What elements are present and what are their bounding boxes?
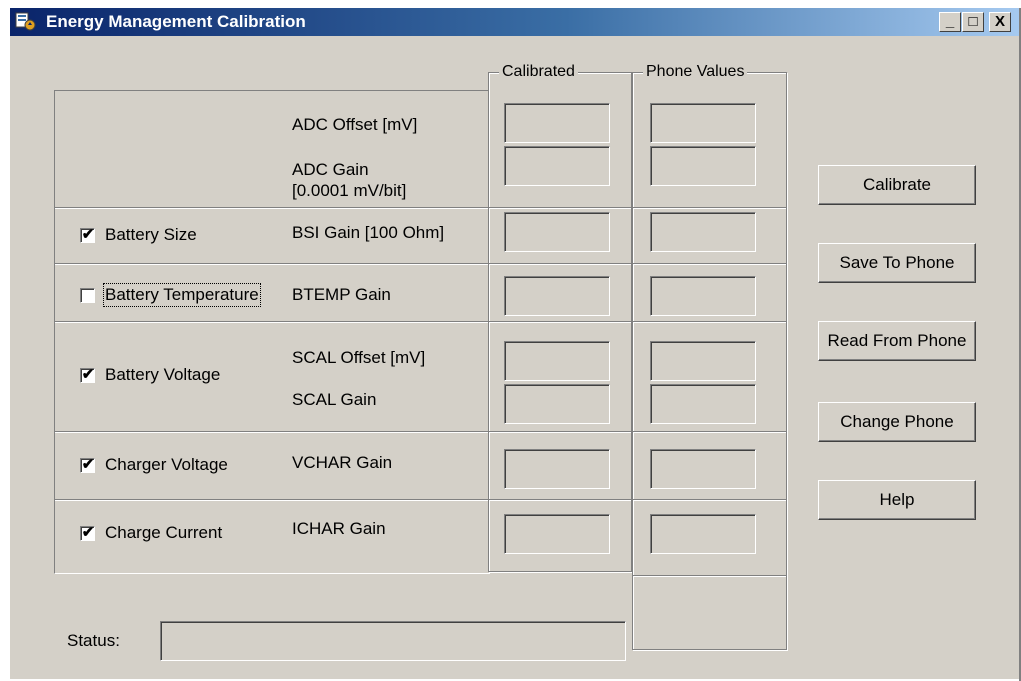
battery-voltage-checkbox[interactable]: ✔ Battery Voltage xyxy=(80,365,220,385)
maximize-icon: □ xyxy=(968,13,978,30)
check-icon: ✔ xyxy=(81,365,95,383)
row-divider xyxy=(489,431,631,433)
scal-gain-label: SCAL Gain xyxy=(292,390,377,409)
minimize-icon: _ xyxy=(945,13,955,30)
row-divider xyxy=(55,499,489,501)
check-icon: ✔ xyxy=(81,225,95,243)
checkbox-box[interactable]: ✔ xyxy=(80,365,95,383)
battery-temperature-checkbox[interactable]: Battery Temperature xyxy=(80,283,261,307)
phone-vchar-gain-field[interactable] xyxy=(650,449,756,489)
status-label: Status: xyxy=(67,631,120,650)
checkbox-box[interactable] xyxy=(80,287,95,303)
row-divider xyxy=(633,263,786,265)
ichar-gain-label: ICHAR Gain xyxy=(292,519,386,538)
phone-scal-offset-field[interactable] xyxy=(650,341,756,381)
app-icon xyxy=(15,12,36,31)
row-divider xyxy=(489,321,631,323)
calibrated-adc-offset-field[interactable] xyxy=(504,103,610,143)
charger-voltage-checkbox[interactable]: ✔ Charger Voltage xyxy=(80,455,228,475)
phone-ichar-gain-field[interactable] xyxy=(650,514,756,554)
minimize-button[interactable]: _ xyxy=(939,12,961,32)
checkbox-box[interactable]: ✔ xyxy=(80,225,95,243)
save-to-phone-button[interactable]: Save To Phone xyxy=(818,243,976,283)
phone-scal-gain-field[interactable] xyxy=(650,384,756,424)
battery-voltage-label: Battery Voltage xyxy=(105,365,221,384)
scal-offset-label: SCAL Offset [mV] xyxy=(292,348,426,367)
phone-adc-offset-field[interactable] xyxy=(650,103,756,143)
charge-current-label: Charge Current xyxy=(105,523,223,542)
row-divider xyxy=(55,263,489,265)
row-divider xyxy=(633,321,786,323)
calibrated-vchar-gain-field[interactable] xyxy=(504,449,610,489)
battery-size-checkbox[interactable]: ✔ Battery Size xyxy=(80,225,197,245)
help-button[interactable]: Help xyxy=(818,480,976,520)
status-field xyxy=(160,621,626,661)
close-icon: X xyxy=(994,13,1005,30)
row-divider xyxy=(489,263,631,265)
calibration-window: Energy Management Calibration _ □ X Cali… xyxy=(8,6,1021,681)
vchar-gain-label: VCHAR Gain xyxy=(292,453,393,472)
phone-bsi-gain-field[interactable] xyxy=(650,212,756,252)
adc-offset-label: ADC Offset [mV] xyxy=(292,115,418,134)
row-divider xyxy=(489,499,631,501)
row-divider xyxy=(55,321,489,323)
checkbox-box[interactable]: ✔ xyxy=(80,455,95,473)
btemp-gain-label: BTEMP Gain xyxy=(292,285,391,304)
calibrate-button[interactable]: Calibrate xyxy=(818,165,976,205)
title-bar[interactable]: Energy Management Calibration _ □ X xyxy=(10,8,1021,36)
phone-btemp-gain-field[interactable] xyxy=(650,276,756,316)
calibrated-scal-gain-field[interactable] xyxy=(504,384,610,424)
change-phone-button[interactable]: Change Phone xyxy=(818,402,976,442)
row-divider xyxy=(633,499,786,501)
parameter-grid xyxy=(54,90,490,574)
read-from-phone-button[interactable]: Read From Phone xyxy=(818,321,976,361)
battery-temperature-label: Battery Temperature xyxy=(103,283,261,307)
calibrated-scal-offset-field[interactable] xyxy=(504,341,610,381)
checkbox-box[interactable]: ✔ xyxy=(80,523,95,541)
calibrated-header: Calibrated xyxy=(499,63,578,81)
check-icon: ✔ xyxy=(81,455,95,473)
window-title: Energy Management Calibration xyxy=(46,12,306,31)
row-divider xyxy=(55,431,489,433)
calibrated-adc-gain-field[interactable] xyxy=(504,146,610,186)
phone-adc-gain-field[interactable] xyxy=(650,146,756,186)
calibrated-ichar-gain-field[interactable] xyxy=(504,514,610,554)
maximize-button[interactable]: □ xyxy=(962,12,984,32)
close-button[interactable]: X xyxy=(989,12,1011,32)
adc-gain-label: ADC Gain xyxy=(292,160,369,179)
phone-values-header: Phone Values xyxy=(643,63,748,81)
calibrated-bsi-gain-field[interactable] xyxy=(504,212,610,252)
adc-gain-unit-label: [0.0001 mV/bit] xyxy=(292,181,407,200)
row-divider xyxy=(633,575,786,577)
check-icon: ✔ xyxy=(81,523,95,541)
row-divider xyxy=(633,431,786,433)
client-area: Calibrated Phone Values ADC Offset [mV] … xyxy=(10,36,1021,681)
charger-voltage-label: Charger Voltage xyxy=(105,455,228,474)
bsi-gain-label: BSI Gain [100 Ohm] xyxy=(292,223,445,242)
calibrated-btemp-gain-field[interactable] xyxy=(504,276,610,316)
row-divider xyxy=(55,207,489,209)
battery-size-label: Battery Size xyxy=(105,225,197,244)
charge-current-checkbox[interactable]: ✔ Charge Current xyxy=(80,523,222,543)
row-divider xyxy=(489,207,631,209)
row-divider xyxy=(633,207,786,209)
